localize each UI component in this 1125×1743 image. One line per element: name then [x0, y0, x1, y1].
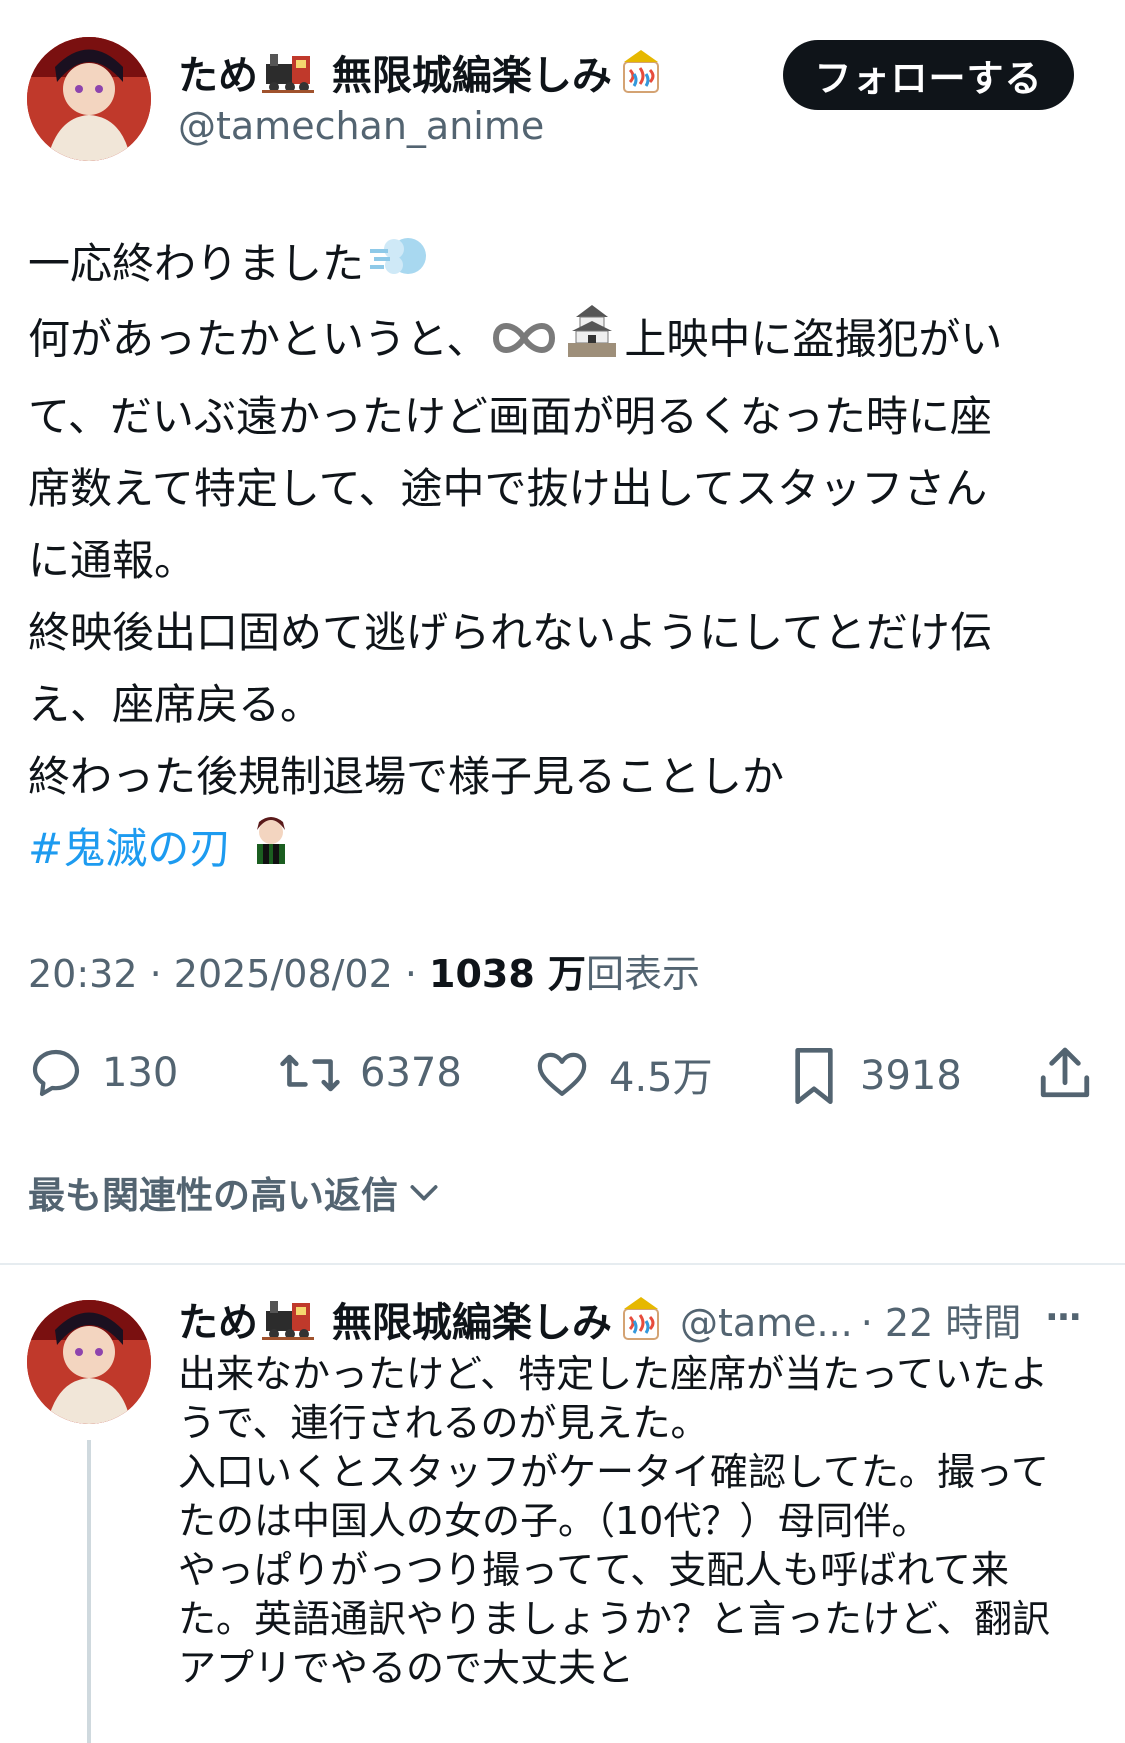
hashtag-link[interactable]: #鬼滅の刃 — [28, 824, 231, 873]
party-popper-emoji-icon — [616, 48, 666, 108]
tweet-line: 何があったかというと、 上映中に盗撮犯がい — [28, 303, 1098, 381]
author-name-prefix: ため — [178, 53, 258, 99]
tweet-line: 席数えて特定して、途中で抜け出してスタッフさん — [28, 463, 988, 513]
reply-count: 130 — [102, 1050, 179, 1096]
bookmark-count: 3918 — [860, 1053, 962, 1099]
author-name-suffix: 無限城編楽しみ — [318, 53, 612, 99]
share-button[interactable] — [1036, 1043, 1094, 1103]
reply-sort-selector[interactable]: 最も関連性の高い返信 — [28, 1165, 444, 1219]
tweet-date[interactable]: 2025/08/02 — [174, 952, 393, 996]
bookmark-button[interactable]: 3918 — [786, 1045, 962, 1107]
thread-connector-line — [87, 1440, 91, 1743]
chevron-down-icon — [410, 1185, 438, 1201]
tweet-line: て、だいぶ遠かったけど画面が明るくなった時に座 — [28, 391, 992, 441]
tanjiro-emoji-icon — [249, 814, 293, 888]
tweet-line: 終わった後規制退場で様子見ることしか — [28, 751, 785, 801]
reply-author-name[interactable]: ため 無限城編楽しみ @tame... · 22 時間 — [178, 1295, 1021, 1355]
infinity-emoji-icon — [492, 306, 556, 378]
reply-line: 入口いくとスタッフがケータイ確認してた。撮って — [178, 1450, 1049, 1494]
tweet-line: #鬼滅の刃 — [28, 813, 1098, 889]
like-button[interactable]: 4.5万 — [533, 1045, 713, 1103]
heart-icon — [537, 1052, 587, 1096]
reply-author-handle[interactable]: @tame... — [680, 1301, 853, 1345]
tweet-meta: 20:32 · 2025/08/02 · 1038 万回表示 — [28, 952, 701, 996]
tweet-line: え、座席戻る。 — [28, 679, 323, 729]
retweet-button[interactable]: 6378 — [278, 1045, 462, 1101]
reply-name-prefix: ため — [178, 1300, 258, 1346]
reply-line: た。英語通訳やりましょうか？と言ったけど、翻訳 — [178, 1597, 1051, 1641]
tweet-line: に通報。 — [28, 535, 197, 585]
tweet-text: 一応終わりました 何があったかというと、 上映中に盗撮犯がい て、だいぶ遠かった… — [28, 228, 1098, 888]
view-count-label: 回表示 — [586, 952, 701, 996]
reply-author-avatar[interactable] — [27, 1300, 151, 1424]
author-avatar[interactable] — [27, 37, 151, 161]
like-count: 4.5万 — [609, 1055, 713, 1101]
reply-icon — [32, 1049, 80, 1097]
dashing-away-emoji-icon — [368, 231, 432, 303]
reply-more-button[interactable]: ··· — [1045, 1297, 1082, 1338]
reply-sort-label: 最も関連性の高い返信 — [28, 1174, 398, 1217]
train-emoji-icon — [262, 1297, 314, 1353]
reply-text: 出来なかったけど、特定した座席が当たっていたよ うで、連行されるのが見えた。 入… — [178, 1350, 1108, 1693]
castle-emoji-icon — [564, 303, 620, 381]
reply-button[interactable]: 130 — [28, 1045, 178, 1101]
retweet-count: 6378 — [360, 1050, 462, 1096]
reply-name-suffix: 無限城編楽しみ — [318, 1300, 612, 1346]
author-name[interactable]: ため 無限城編楽しみ — [178, 48, 670, 108]
author-handle[interactable]: @tamechan_anime — [178, 102, 544, 150]
bookmark-icon — [795, 1048, 833, 1104]
retweet-icon — [280, 1054, 340, 1092]
follow-button[interactable]: フォローする — [783, 40, 1074, 110]
train-emoji-icon — [262, 50, 314, 106]
reply-line: アプリでやるので大丈夫と — [178, 1646, 635, 1690]
reply-line: うで、連行されるのが見えた。 — [178, 1401, 709, 1445]
reply-line: たのは中国人の女の子。（10代？）母同伴。 — [178, 1499, 930, 1543]
share-icon — [1040, 1047, 1090, 1098]
tweet-line: 一応終わりました — [28, 228, 1098, 303]
tweet-line: 終映後出口固めて逃げられないようにしてとだけ伝 — [28, 607, 992, 657]
tweet-time[interactable]: 20:32 — [28, 952, 138, 996]
view-count: 1038 万 — [429, 952, 587, 996]
section-divider — [0, 1263, 1125, 1265]
party-popper-emoji-icon — [616, 1295, 666, 1355]
reply-line: やっぱりがっつり撮ってて、支配人も呼ばれて来 — [178, 1548, 1010, 1592]
reply-time[interactable]: · 22 時間 — [861, 1301, 1022, 1345]
reply-line: 出来なかったけど、特定した座席が当たっていたよ — [178, 1352, 1049, 1396]
